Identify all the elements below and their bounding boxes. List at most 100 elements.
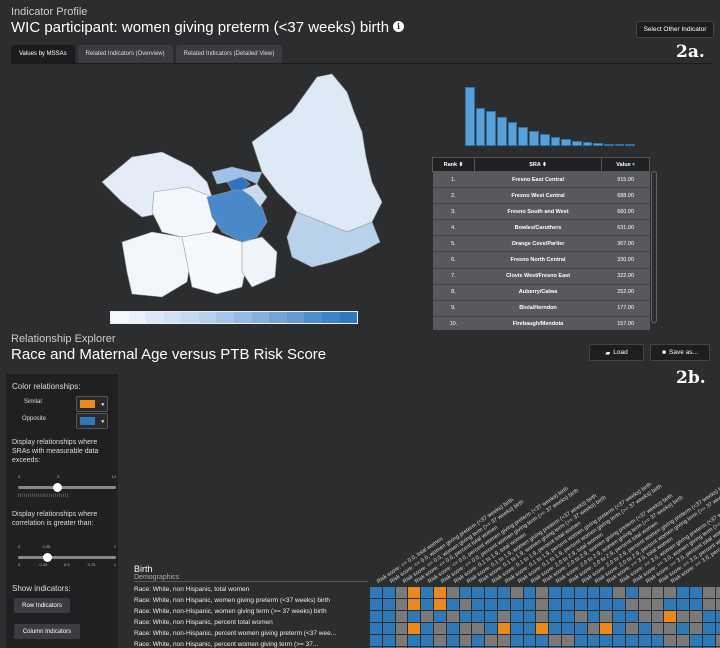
- heatmap-cell[interactable]: [446, 587, 459, 598]
- heatmap-cell[interactable]: [472, 623, 485, 634]
- load-button[interactable]: ▰ Load: [589, 344, 644, 361]
- heatmap-cell[interactable]: [715, 635, 720, 646]
- heatmap-cell[interactable]: [651, 599, 664, 610]
- correlation-slider[interactable]: [18, 553, 116, 562]
- heatmap-cell[interactable]: [664, 635, 677, 646]
- heatmap-cell[interactable]: [651, 623, 664, 634]
- heatmap-cell[interactable]: [651, 587, 664, 598]
- row-label[interactable]: Race: White, non-Hispanic, percent women…: [134, 628, 368, 639]
- heatmap-cell[interactable]: [715, 587, 720, 598]
- heatmap-cell[interactable]: [613, 587, 625, 598]
- heatmap-cell[interactable]: [689, 587, 702, 598]
- tab-related-overview[interactable]: Related Indicators (Overview): [77, 45, 173, 63]
- heatmap-cell[interactable]: [433, 599, 446, 610]
- heatmap-cell[interactable]: [549, 599, 561, 610]
- heatmap-cell[interactable]: [549, 635, 561, 646]
- heatmap-cell[interactable]: [638, 623, 651, 634]
- heatmap-cell[interactable]: [549, 587, 561, 598]
- heatmap-cell[interactable]: [510, 611, 523, 622]
- heatmap-cell[interactable]: [574, 599, 587, 610]
- heatmap-cell[interactable]: [421, 599, 433, 610]
- heatmap-cell[interactable]: [689, 599, 702, 610]
- heatmap-cell[interactable]: [664, 623, 677, 634]
- heatmap-cell[interactable]: [600, 623, 613, 634]
- heatmap-cell[interactable]: [433, 611, 446, 622]
- heatmap-cell[interactable]: [587, 587, 600, 598]
- heatmap-cell[interactable]: [408, 611, 421, 622]
- heatmap-cell[interactable]: [613, 635, 625, 646]
- heatmap-cell[interactable]: [702, 599, 715, 610]
- heatmap-cell[interactable]: [446, 623, 459, 634]
- heatmap-cell[interactable]: [715, 599, 720, 610]
- relationship-heatmap[interactable]: [370, 587, 720, 648]
- heatmap-cell[interactable]: [638, 611, 651, 622]
- heatmap-cell[interactable]: [689, 611, 702, 622]
- table-row[interactable]: 7. Clovis West/Fresno East 322.00: [432, 268, 650, 285]
- table-scrollbar[interactable]: [651, 171, 657, 323]
- heatmap-cell[interactable]: [702, 623, 715, 634]
- heatmap-cell[interactable]: [523, 599, 536, 610]
- heatmap-cell[interactable]: [459, 599, 472, 610]
- heatmap-cell[interactable]: [497, 599, 510, 610]
- heatmap-cell[interactable]: [677, 611, 689, 622]
- heatmap-cell[interactable]: [561, 599, 574, 610]
- heatmap-cell[interactable]: [485, 623, 497, 634]
- heatmap-cell[interactable]: [677, 623, 689, 634]
- heatmap-cell[interactable]: [395, 599, 408, 610]
- heatmap-cell[interactable]: [677, 599, 689, 610]
- heatmap-cell[interactable]: [536, 635, 549, 646]
- row-label[interactable]: Race: White, non Hispanic, women giving …: [134, 595, 368, 606]
- heatmap-cell[interactable]: [574, 611, 587, 622]
- heatmap-cell[interactable]: [421, 587, 433, 598]
- heatmap-cell[interactable]: [561, 635, 574, 646]
- heatmap-cell[interactable]: [625, 623, 638, 634]
- heatmap-cell[interactable]: [497, 623, 510, 634]
- heatmap-cell[interactable]: [523, 587, 536, 598]
- heatmap-cell[interactable]: [625, 635, 638, 646]
- heatmap-cell[interactable]: [395, 635, 408, 646]
- heatmap-cell[interactable]: [625, 599, 638, 610]
- heatmap-cell[interactable]: [638, 599, 651, 610]
- heatmap-cell[interactable]: [574, 635, 587, 646]
- heatmap-cell[interactable]: [459, 611, 472, 622]
- heatmap-cell[interactable]: [459, 623, 472, 634]
- heatmap-cell[interactable]: [651, 611, 664, 622]
- heatmap-cell[interactable]: [651, 635, 664, 646]
- table-row[interactable]: 3. Fresno South and West 660.00: [432, 203, 650, 221]
- heatmap-cell[interactable]: [561, 611, 574, 622]
- heatmap-cell[interactable]: [689, 635, 702, 646]
- heatmap-cell[interactable]: [408, 635, 421, 646]
- heatmap-cell[interactable]: [613, 611, 625, 622]
- heatmap-cell[interactable]: [536, 587, 549, 598]
- heatmap-cell[interactable]: [510, 587, 523, 598]
- heatmap-cell[interactable]: [702, 635, 715, 646]
- sra-slider[interactable]: [18, 483, 116, 492]
- col-header-sra[interactable]: SRA ⬍: [473, 157, 603, 172]
- heatmap-cell[interactable]: [421, 623, 433, 634]
- select-other-indicator-button[interactable]: Select Other Indicator: [636, 21, 714, 38]
- heatmap-cell[interactable]: [523, 611, 536, 622]
- heatmap-cell[interactable]: [370, 599, 382, 610]
- heatmap-cell[interactable]: [523, 623, 536, 634]
- heatmap-cell[interactable]: [433, 635, 446, 646]
- heatmap-cell[interactable]: [625, 611, 638, 622]
- heatmap-cell[interactable]: [613, 623, 625, 634]
- heatmap-cell[interactable]: [485, 611, 497, 622]
- heatmap-cell[interactable]: [664, 599, 677, 610]
- heatmap-cell[interactable]: [446, 599, 459, 610]
- column-indicators-button[interactable]: Column Indicators: [14, 624, 80, 639]
- heatmap-cell[interactable]: [510, 599, 523, 610]
- save-as-button[interactable]: ■ Save as...: [650, 344, 710, 361]
- heatmap-cell[interactable]: [446, 635, 459, 646]
- heatmap-cell[interactable]: [497, 635, 510, 646]
- heatmap-cell[interactable]: [408, 587, 421, 598]
- heatmap-cell[interactable]: [715, 623, 720, 634]
- correlation-slider-handle[interactable]: [42, 553, 52, 562]
- tab-related-detailed[interactable]: Related Indicators (Detailed View): [175, 45, 283, 63]
- heatmap-cell[interactable]: [408, 623, 421, 634]
- heatmap-cell[interactable]: [497, 587, 510, 598]
- heatmap-cell[interactable]: [370, 635, 382, 646]
- heatmap-cell[interactable]: [677, 635, 689, 646]
- heatmap-cell[interactable]: [536, 623, 549, 634]
- heatmap-cell[interactable]: [370, 611, 382, 622]
